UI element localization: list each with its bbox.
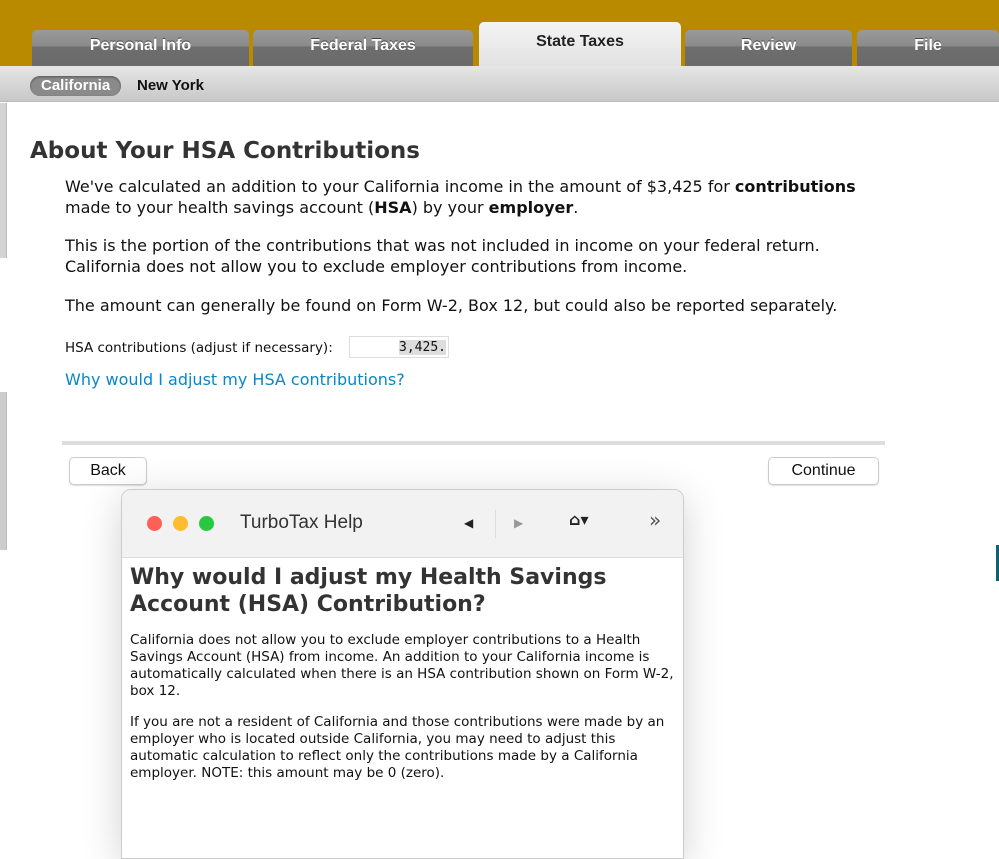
text: ) by your [411, 198, 489, 217]
close-icon[interactable] [147, 516, 162, 531]
home-icon[interactable]: ⌂▾ [569, 510, 588, 529]
left-panel-edge [0, 103, 7, 258]
zoom-icon[interactable] [199, 516, 214, 531]
left-scrollbar[interactable] [0, 392, 7, 550]
more-icon[interactable]: » [649, 508, 661, 532]
text: We've calculated an addition to your Cal… [65, 177, 735, 196]
intro-paragraph: We've calculated an addition to your Cal… [65, 176, 885, 218]
help-title: TurboTax Help [240, 512, 363, 533]
continue-button[interactable]: Continue [768, 457, 879, 485]
tab-file[interactable]: File [857, 30, 999, 66]
why-adjust-link[interactable]: Why would I adjust my HSA contributions? [65, 370, 405, 389]
separator [495, 510, 496, 538]
text: made to your health savings account ( [65, 198, 375, 217]
hsa-field-label: HSA contributions (adjust if necessary): [65, 340, 333, 356]
divider [62, 441, 885, 445]
minimize-icon[interactable] [173, 516, 188, 531]
back-arrow-icon[interactable]: ◀ [464, 516, 473, 530]
tab-state-taxes[interactable]: State Taxes [479, 22, 681, 66]
state-bar: California New York [0, 66, 999, 102]
state-california[interactable]: California [30, 76, 122, 96]
help-heading: Why would I adjust my Health Savings Acc… [130, 565, 607, 617]
hsa-contributions-input[interactable]: 3,425. [349, 336, 449, 358]
tab-federal-taxes[interactable]: Federal Taxes [253, 30, 473, 66]
w2-paragraph: The amount can generally be found on For… [65, 296, 838, 315]
text: . [573, 198, 579, 217]
help-paragraph: If you are not a resident of California … [130, 714, 665, 781]
state-new-york[interactable]: New York [137, 76, 204, 96]
federal-paragraph: This is the portion of the contributions… [65, 236, 820, 276]
hsa-value: 3,425. [399, 340, 446, 355]
tab-personal-info[interactable]: Personal Info [32, 30, 249, 66]
text: employer [488, 198, 574, 217]
text: contributions [734, 177, 856, 196]
help-titlebar: TurboTax Help ◀ ▶ ⌂▾ » [122, 490, 683, 558]
back-button[interactable]: Back [69, 457, 147, 485]
forward-arrow-icon[interactable]: ▶ [514, 516, 523, 530]
tab-review[interactable]: Review [685, 30, 852, 66]
help-window: TurboTax Help ◀ ▶ ⌂▾ » Why would I adjus… [121, 489, 684, 859]
page-title: About Your HSA Contributions [30, 138, 420, 164]
text: HSA [374, 198, 412, 217]
help-paragraph: California does not allow you to exclude… [130, 632, 674, 699]
